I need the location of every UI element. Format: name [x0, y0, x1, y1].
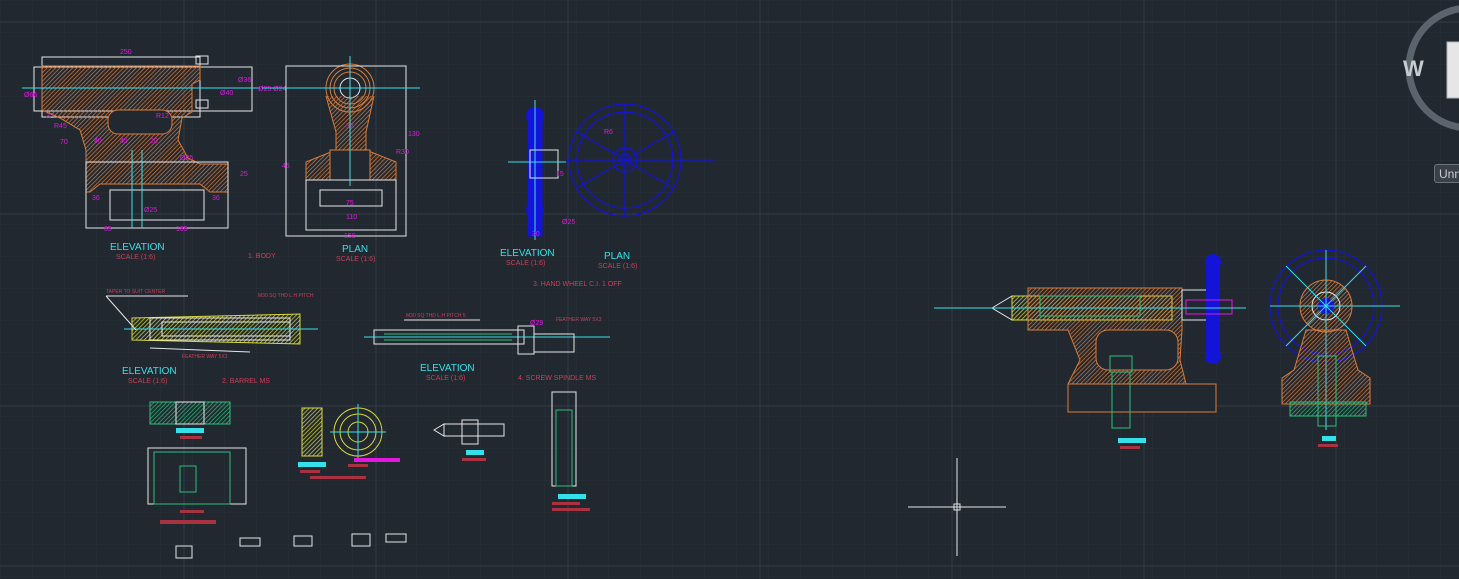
svg-text:Ø25 Ø24: Ø25 Ø24: [258, 86, 287, 93]
svg-text:250: 250: [120, 49, 132, 56]
svg-text:65: 65: [104, 226, 112, 233]
svg-text:Ø36: Ø36: [238, 77, 251, 84]
svg-text:25: 25: [240, 171, 248, 178]
svg-text:Ø66: Ø66: [24, 92, 37, 99]
body-part-label: 1. BODY: [248, 253, 276, 260]
svg-text:165: 165: [176, 226, 188, 233]
svg-text:70: 70: [60, 139, 68, 146]
grid-fine: [0, 0, 1459, 579]
viewcube-face-label[interactable]: W: [1403, 56, 1424, 82]
body-plan-title: PLAN: [342, 244, 369, 255]
svg-text:40: 40: [94, 138, 102, 145]
barrel-part-label: 2. BARREL MS: [222, 378, 270, 385]
svg-text:130: 130: [408, 131, 420, 138]
screw-spindle-elevation-title: ELEVATION: [420, 363, 475, 374]
svg-text:R6: R6: [604, 129, 613, 136]
svg-text:150: 150: [344, 233, 356, 240]
svg-text:R12: R12: [156, 113, 169, 120]
svg-text:32: 32: [346, 123, 354, 130]
barrel-elevation-title: ELEVATION: [122, 366, 177, 377]
svg-text:R30: R30: [396, 149, 409, 156]
body-elevation-title: ELEVATION: [110, 242, 165, 253]
handwheel-elevation-title: ELEVATION: [500, 248, 555, 259]
svg-text:45: 45: [282, 163, 290, 170]
svg-text:Ø25: Ø25: [180, 155, 193, 162]
svg-text:15: 15: [556, 171, 564, 178]
svg-text:FEATHER WAY 5X3: FEATHER WAY 5X3: [182, 354, 228, 360]
body-plan-scale: SCALE (1:6): [336, 256, 376, 263]
svg-text:M30 SQ THD L.H PITCH 5: M30 SQ THD L.H PITCH 5: [406, 313, 466, 319]
svg-text:20: 20: [150, 138, 158, 145]
svg-text:32: 32: [46, 113, 54, 120]
svg-text:45: 45: [120, 138, 128, 145]
barrel-elevation-scale: SCALE (1:6): [128, 378, 168, 385]
svg-text:R45: R45: [54, 123, 67, 130]
svg-text:30: 30: [532, 231, 540, 238]
handwheel-elevation-scale: SCALE (1:6): [506, 260, 546, 267]
handwheel-plan-title: PLAN: [604, 251, 631, 262]
svg-text:Ø25: Ø25: [562, 219, 575, 226]
svg-text:110: 110: [346, 214, 357, 221]
screw-spindle-elevation-scale: SCALE (1:6): [426, 375, 466, 382]
svg-text:Ø29: Ø29: [530, 320, 543, 327]
svg-text:36: 36: [212, 195, 220, 202]
ucs-unnamed-button[interactable]: Unn: [1434, 164, 1459, 183]
screw-spindle-part-label: 4. SCREW SPINDLE MS: [518, 375, 597, 382]
svg-text:FEATHER WAY 5X3: FEATHER WAY 5X3: [556, 317, 602, 323]
drawing-canvas[interactable]: 250 Ø66 R45 R12 Ø36 Ø40 Ø25 Ø24 70 32 40…: [0, 0, 1459, 579]
viewcube-compass-icon[interactable]: W: [1403, 4, 1459, 134]
handwheel-part-label: 3. HAND WHEEL C.I. 1 OFF: [533, 281, 622, 288]
svg-text:36: 36: [92, 195, 100, 202]
body-elevation-scale: SCALE (1:6): [116, 254, 156, 261]
handwheel-plan-scale: SCALE (1:6): [598, 263, 638, 270]
svg-text:Ø25: Ø25: [144, 207, 157, 214]
svg-text:M30 SQ THD L.H PITCH: M30 SQ THD L.H PITCH: [258, 293, 314, 299]
svg-text:TAPER TO SUIT CENTER: TAPER TO SUIT CENTER: [106, 289, 165, 295]
svg-text:Ø40: Ø40: [220, 90, 233, 97]
svg-text:75: 75: [346, 200, 354, 207]
